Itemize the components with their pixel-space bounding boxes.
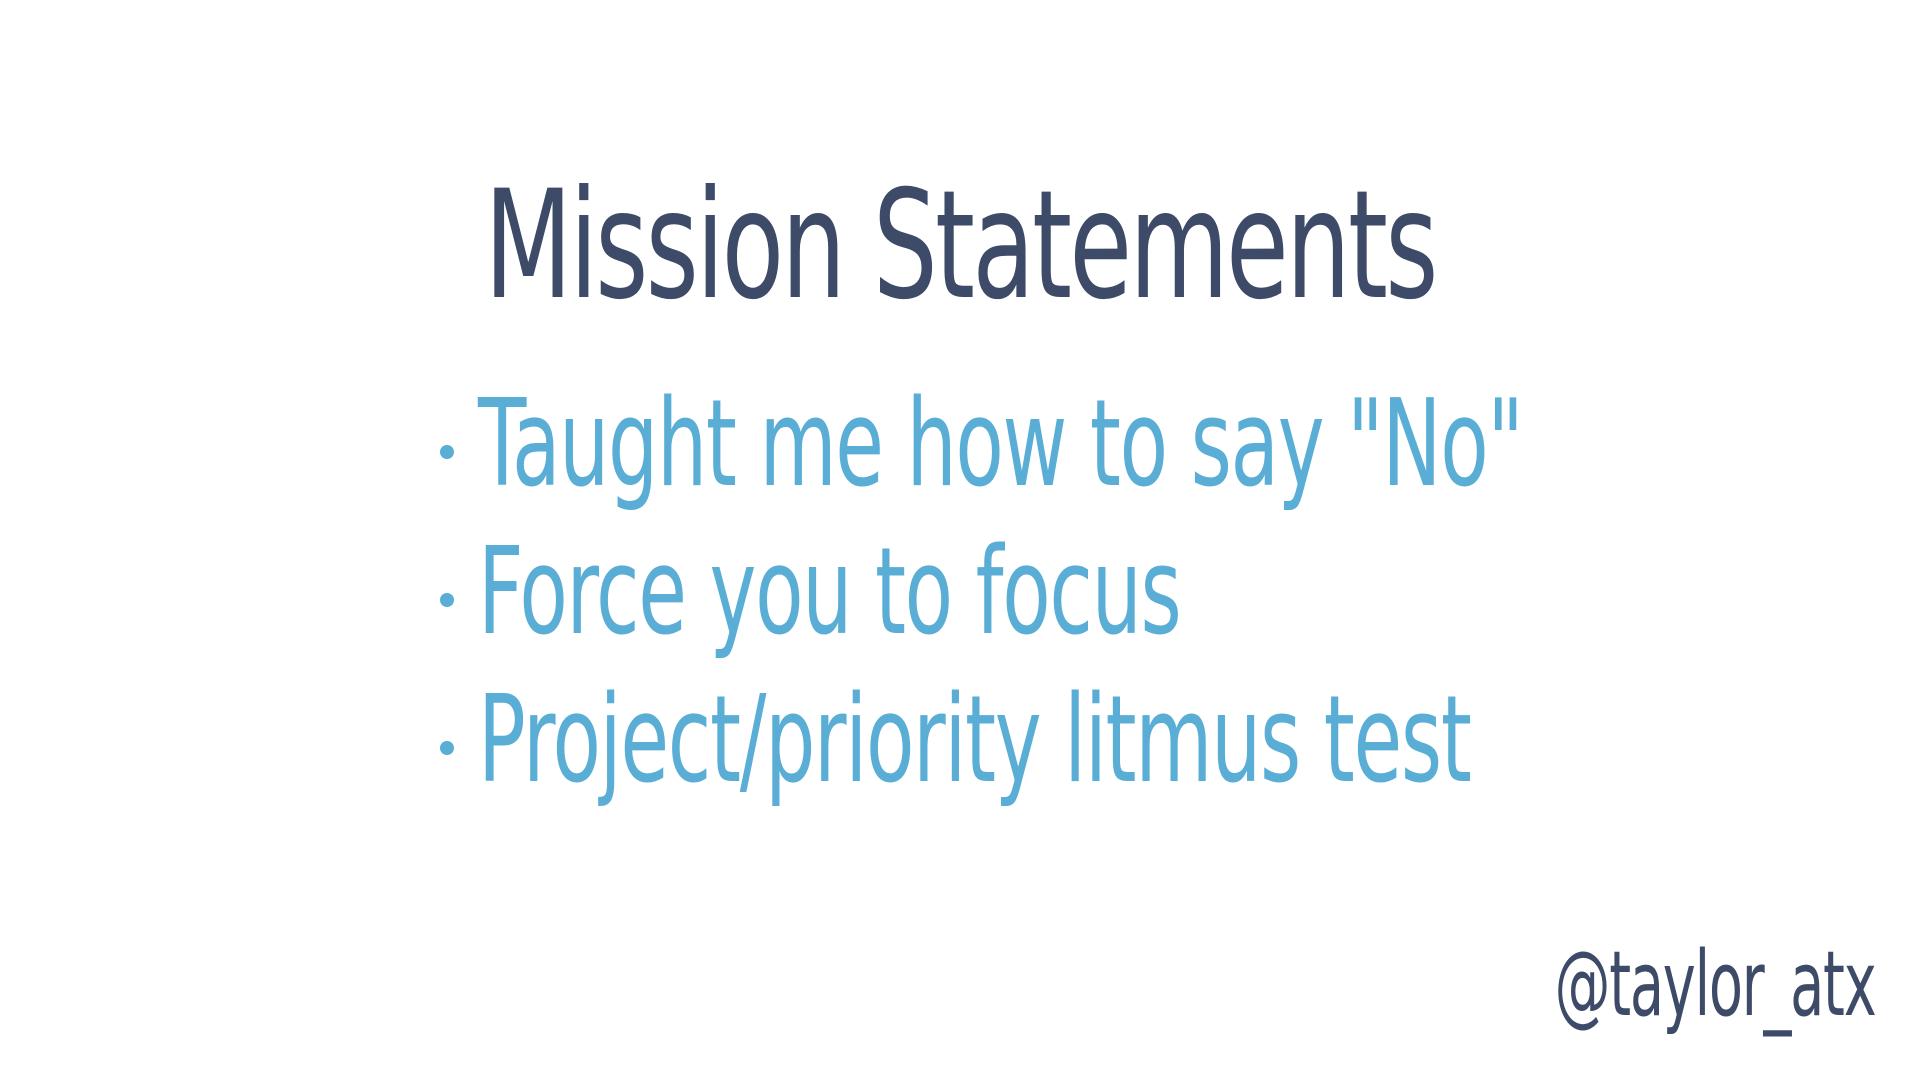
bullet-list: Taught me how to say "No" Force you to f… <box>440 385 1740 829</box>
bullet-dot-icon <box>440 741 454 755</box>
bullet-item: Force you to focus <box>440 533 1740 681</box>
slide-title: Mission Statements <box>484 158 1438 333</box>
bullet-dot-icon <box>440 593 454 607</box>
bullet-text: Taught me how to say "No" <box>478 375 1524 514</box>
author-handle: @taylor_atx <box>1554 932 1876 1037</box>
bullet-text: Project/priority litmus test <box>478 671 1472 810</box>
bullet-item: Taught me how to say "No" <box>440 385 1740 533</box>
bullet-dot-icon <box>440 445 454 459</box>
bullet-text: Force you to focus <box>478 523 1182 662</box>
slide: Mission Statements Taught me how to say … <box>0 0 1920 1080</box>
bullet-item: Project/priority litmus test <box>440 681 1740 829</box>
